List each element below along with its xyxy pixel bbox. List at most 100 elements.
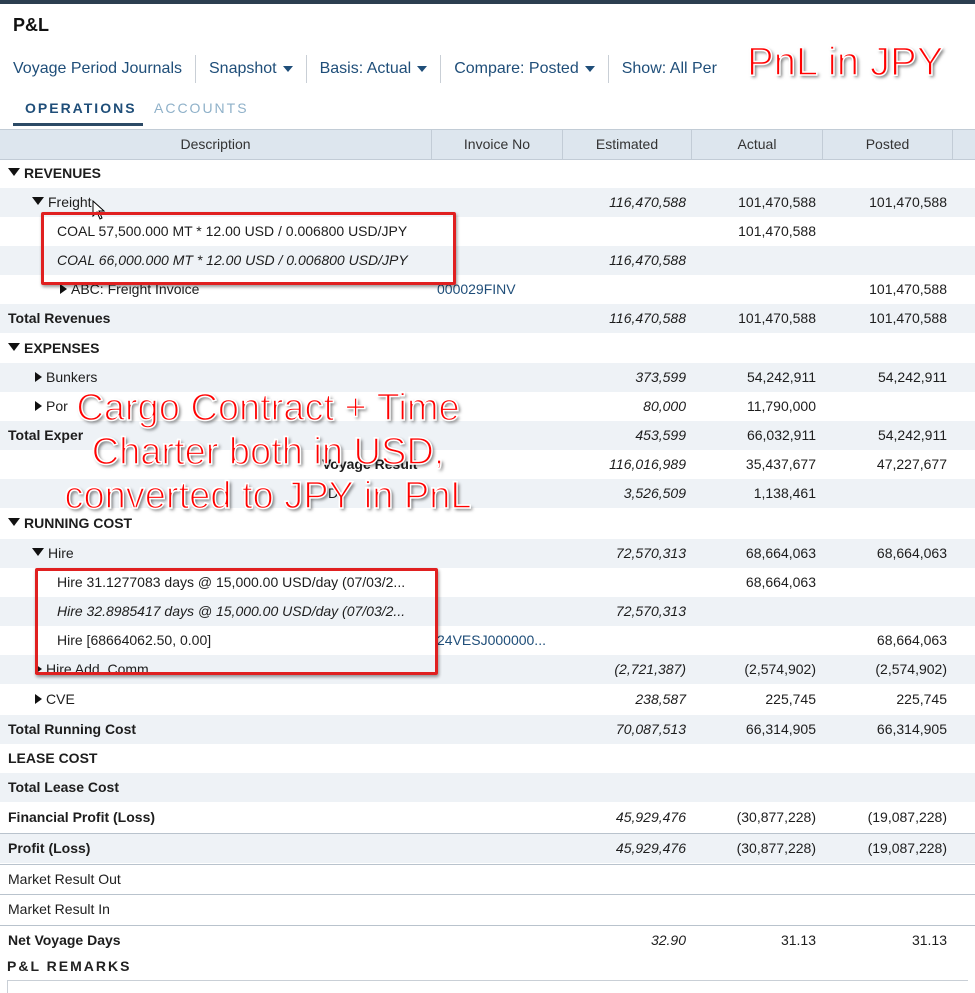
estimated-value: 116,016,989 [609,456,686,472]
pnl-remarks-heading: P&L REMARKS [7,958,132,974]
annotation-box-freight [41,212,456,285]
estimated-value: 80,000 [643,398,686,414]
page-title: P&L [13,15,49,35]
col-header-estimated[interactable]: Estimated [563,130,692,159]
col-header-posted[interactable]: Posted [823,130,953,159]
collapse-icon[interactable] [8,518,20,527]
row-description: LEASE COST [8,750,98,766]
chevron-down-icon [417,66,428,72]
estimated-value: 116,470,588 [609,252,686,268]
actual-value: 225,745 [765,691,816,707]
voyage-period-journals-link[interactable]: Voyage Period Journals [13,60,182,78]
toolbar-divider [440,55,442,83]
row-description: Total Lease Cost [8,779,119,795]
table-row[interactable]: EXPENSES [0,334,975,363]
actual-value: (30,877,228) [736,840,816,856]
table-row[interactable]: Profit (Loss) 45,929,476 (30,877,228) (1… [0,833,975,863]
expand-icon[interactable] [60,284,67,295]
remarks-textarea[interactable] [7,980,968,993]
chevron-down-icon [282,66,293,72]
toolbar: Voyage Period Journals Snapshot Basis: A… [13,55,717,83]
collapse-icon[interactable] [32,197,44,206]
table-row[interactable]: Hire 72,570,313 68,664,063 68,664,063 [0,539,975,568]
estimated-value: 116,470,588 [609,310,686,326]
posted-value: 68,664,063 [876,632,947,648]
row-description: Net Voyage Days [8,932,121,948]
toolbar-divider [607,55,609,83]
col-header-actual[interactable]: Actual [692,130,823,159]
estimated-value: 45,929,476 [615,809,686,825]
table-row[interactable]: CVE 238,587 225,745 225,745 [0,685,975,714]
estimated-value: 373,599 [635,369,686,385]
collapse-icon[interactable] [8,343,20,352]
chevron-down-icon [584,66,595,72]
basis-dropdown[interactable]: Basis: Actual [320,60,428,78]
tab-operations[interactable]: OPERATIONS [25,100,137,116]
actual-value: 101,470,588 [738,310,816,326]
estimated-value: 116,470,588 [609,194,686,210]
row-description: Profit (Loss) [8,840,91,856]
table-row[interactable]: REVENUES [0,159,975,188]
actual-value: 35,437,677 [745,456,816,472]
show-dropdown[interactable]: Show: All Per [622,60,717,78]
tab-accounts[interactable]: ACCOUNTS [154,100,249,116]
table-row[interactable]: Total Revenues 116,470,588 101,470,588 1… [0,304,975,333]
expand-icon[interactable] [35,694,42,705]
table-row[interactable]: Market Result Out [0,864,975,894]
row-description: Hire [32,539,74,568]
table-row[interactable]: Net Voyage Days 32.90 31.13 31.13 [0,925,975,955]
compare-label: Compare: Posted [454,60,579,77]
row-description: Market Result In [8,901,110,917]
posted-value: 68,664,063 [876,545,947,561]
collapse-icon[interactable] [32,548,44,557]
row-description: Financial Profit (Loss) [8,809,156,825]
table-row[interactable]: Market Result In [0,894,975,924]
actual-value: 31.13 [780,932,816,948]
annotation-line-1: Cargo Contract + Time [76,386,461,430]
table-row[interactable]: Total Lease Cost [0,773,975,802]
posted-value: 31.13 [911,932,947,948]
invoice-link[interactable]: 24VESJ000000... [437,626,546,655]
actual-value: 68,664,063 [745,574,816,590]
posted-value: 225,745 [896,691,947,707]
annotation-pnl-in-jpy: PnL in JPY [746,39,944,85]
row-description: Total Revenues [8,310,111,326]
actual-value: 101,470,588 [738,194,816,210]
posted-value: 101,470,588 [869,194,947,210]
posted-value: (19,087,228) [867,840,947,856]
annotation-line-2: Charter both in USD, [91,430,445,474]
actual-value: 68,664,063 [745,545,816,561]
basis-label: Basis: Actual [319,60,412,77]
posted-value: 54,242,911 [877,427,947,443]
estimated-value: (2,721,387) [614,661,686,677]
col-header-invoice-no[interactable]: Invoice No [432,130,563,159]
row-description: Market Result Out [8,871,121,887]
posted-value: (2,574,902) [875,661,947,677]
posted-value: 66,314,905 [876,721,947,737]
actual-value: 1,138,461 [753,485,816,501]
estimated-value: 72,570,313 [615,545,686,561]
collapse-icon[interactable] [8,168,20,177]
annotation-box-hire [35,568,438,675]
expand-icon[interactable] [35,401,42,412]
table-row[interactable]: Financial Profit (Loss) 45,929,476 (30,8… [0,803,975,832]
snapshot-dropdown[interactable]: Snapshot [209,60,293,78]
estimated-value: 453,599 [635,427,686,443]
posted-value: (19,087,228) [867,809,947,825]
expand-icon[interactable] [35,372,42,383]
toolbar-divider [195,55,196,83]
estimated-value: 238,587 [635,691,686,707]
actual-value: 54,242,911 [746,369,816,385]
row-description: REVENUES [8,159,101,188]
actual-value: 101,470,588 [738,223,816,239]
snapshot-label: Snapshot [209,60,277,77]
col-header-description[interactable]: Description [0,130,432,159]
table-row[interactable]: LEASE COST [0,744,975,773]
annotation-line-3: converted to JPY in PnL [64,474,473,518]
compare-dropdown[interactable]: Compare: Posted [454,60,595,78]
posted-value: 101,470,588 [869,281,947,297]
posted-value: 47,227,677 [876,456,947,472]
actual-value: 66,314,905 [745,721,816,737]
table-row[interactable]: Total Running Cost 70,087,513 66,314,905… [0,715,975,744]
active-tab-indicator [13,123,143,126]
